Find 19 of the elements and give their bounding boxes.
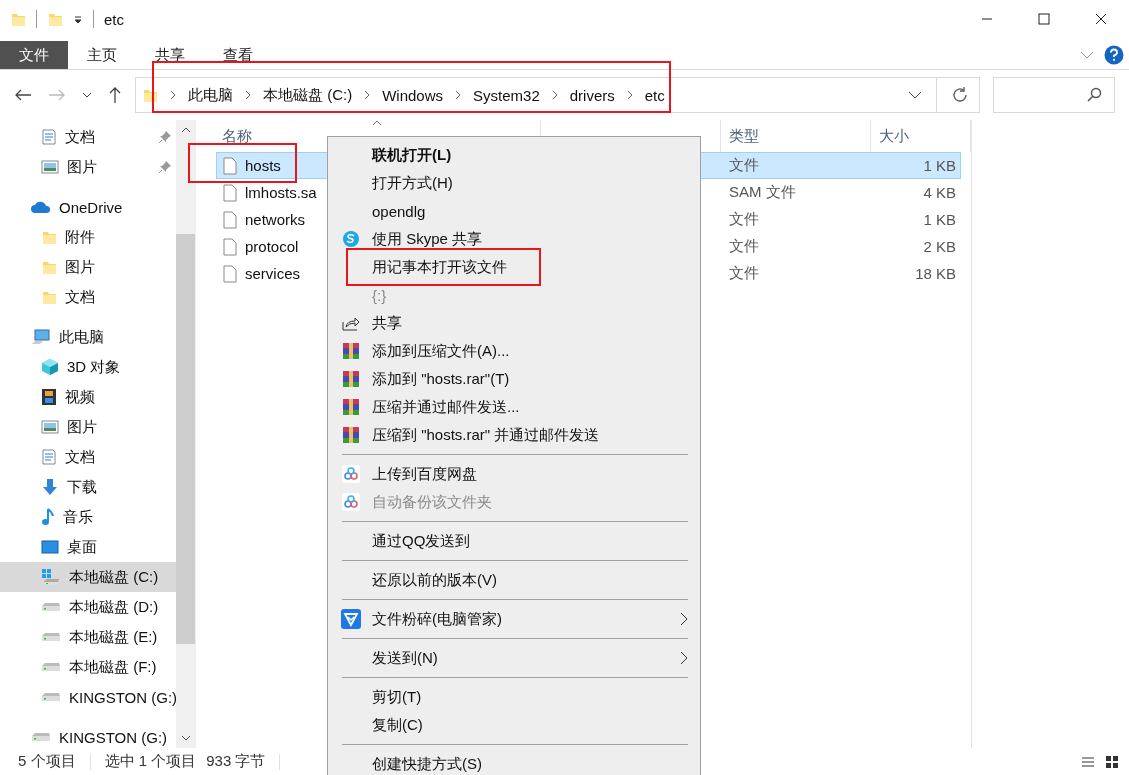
file-size: 1 KB	[922, 211, 957, 228]
selection-info: 选中 1 个项目	[104, 752, 197, 771]
file-name: networks	[245, 211, 306, 228]
file-size: 2 KB	[922, 238, 957, 255]
file-size: 1 KB	[922, 157, 957, 174]
file-type: SAM 文件	[728, 183, 797, 202]
file-name: services	[245, 265, 300, 282]
file-size: 18 KB	[914, 265, 957, 282]
file-type: 文件	[728, 210, 760, 229]
item-count: 5 个项目	[18, 752, 76, 771]
file-name: protocol	[245, 238, 299, 255]
file-name: lmhosts.sa	[245, 184, 317, 201]
file-size: 4 KB	[922, 184, 957, 201]
file-type: 文件	[728, 264, 760, 283]
file-type: 文件	[728, 237, 760, 256]
file-name: hosts	[245, 157, 281, 174]
selection-size: 933 字节	[206, 752, 266, 771]
window-title: etc	[104, 10, 124, 28]
file-type: 文件	[728, 156, 760, 175]
